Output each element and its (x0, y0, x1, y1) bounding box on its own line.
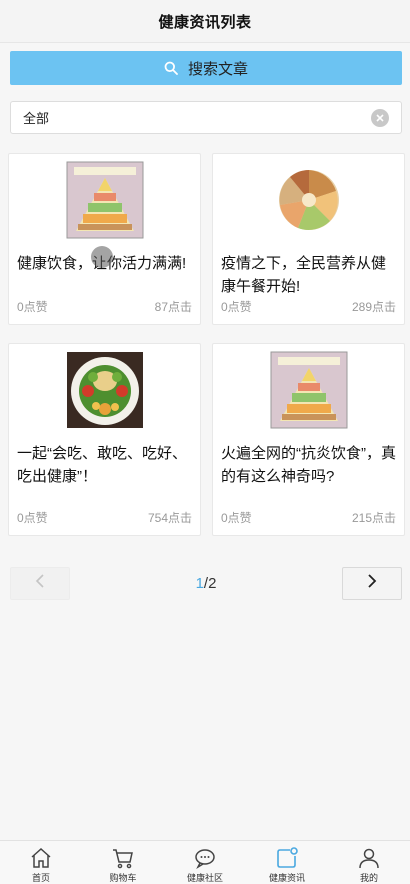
article-clicks: 87点击 (154, 300, 192, 314)
tab-home[interactable]: 首页 (0, 841, 82, 884)
tab-cart-label: 购物车 (109, 873, 137, 883)
article-likes: 0点赞 (221, 300, 252, 314)
total-pages: /2 (203, 575, 217, 592)
article-clicks: 289点击 (351, 300, 396, 314)
prev-page-button[interactable] (10, 567, 70, 600)
cart-icon (111, 845, 135, 870)
tab-home-label: 首页 (31, 873, 50, 883)
pagination: 1/2 (10, 567, 402, 600)
article-clicks: 215点击 (351, 511, 396, 525)
article-likes: 0点赞 (17, 300, 48, 314)
next-page-button[interactable] (342, 567, 402, 600)
article-card[interactable]: 疫情之下，全民营养从健康午餐开始! 0点赞 289点击 (212, 153, 405, 325)
category-filter[interactable]: 全部 (10, 101, 402, 134)
article-likes: 0点赞 (17, 511, 48, 525)
tab-community[interactable]: 健康社区 (164, 841, 246, 884)
chevron-left-icon (35, 574, 45, 593)
user-icon (357, 845, 381, 870)
article-card[interactable]: 健康饮食，让你活力满满! 0点赞 87点击 (8, 153, 201, 325)
tab-news[interactable]: 健康资讯 (246, 841, 328, 884)
article-title: 火遍全网的“抗炎饮食”，真的有这么神奇吗? (221, 445, 396, 485)
search-button-label: 搜索文章 (187, 60, 248, 78)
tab-mine-label: 我的 (359, 873, 378, 883)
article-card[interactable]: 火遍全网的“抗炎饮食”，真的有这么神奇吗? 0点赞 215点击 (212, 343, 405, 536)
tab-mine[interactable]: 我的 (328, 841, 410, 884)
news-icon (275, 845, 299, 870)
header-bar: 健康资讯列表 (0, 0, 410, 43)
chevron-right-icon (367, 574, 377, 593)
page-title: 健康资讯列表 (158, 13, 252, 31)
category-filter-value: 全部 (23, 111, 50, 126)
chat-icon (193, 845, 217, 870)
current-page: 1 (195, 575, 204, 592)
food-platter-image (270, 161, 348, 239)
tab-community-label: 健康社区 (186, 873, 223, 883)
tab-news-label: 健康资讯 (268, 873, 305, 883)
bottom-tab-bar: 首页 购物车 健康社区 健康资讯 我的 (0, 840, 410, 884)
article-title: 疫情之下，全民营养从健康午餐开始! (221, 255, 387, 295)
food-pyramid-image (270, 351, 348, 429)
search-icon (164, 61, 178, 75)
article-likes: 0点赞 (221, 511, 252, 525)
search-articles-button[interactable]: 搜索文章 (10, 51, 402, 85)
article-card[interactable]: 一起“会吃、敢吃、吃好、吃出健康”！ 0点赞 754点击 (8, 343, 201, 536)
article-clicks: 754点击 (147, 511, 192, 525)
clear-icon[interactable] (371, 108, 389, 127)
vegetable-plate-image (66, 351, 144, 429)
article-title: 一起“会吃、敢吃、吃好、吃出健康”！ (17, 445, 187, 485)
article-title: 健康饮食，让你活力满满! (17, 255, 187, 272)
home-icon (29, 845, 53, 870)
food-pyramid-image (66, 161, 144, 239)
tab-cart[interactable]: 购物车 (82, 841, 164, 884)
